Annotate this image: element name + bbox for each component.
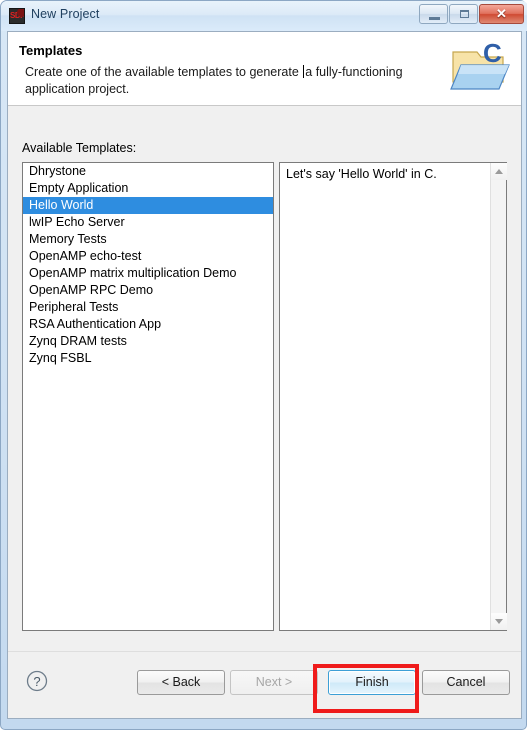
list-item[interactable]: Peripheral Tests bbox=[23, 299, 273, 316]
finish-button[interactable]: Finish bbox=[328, 670, 416, 695]
svg-text:C: C bbox=[483, 38, 502, 68]
help-icon[interactable]: ? bbox=[26, 670, 48, 692]
list-item[interactable]: Hello World bbox=[23, 197, 273, 214]
list-item[interactable]: OpenAMP matrix multiplication Demo bbox=[23, 265, 273, 282]
dialog-client-area: Templates Create one of the available te… bbox=[7, 31, 522, 719]
sdk-gear-shape bbox=[17, 9, 24, 17]
page-title: Templates bbox=[19, 43, 83, 58]
wizard-body: Available Templates: Dhrystone Empty Appl… bbox=[8, 106, 521, 718]
available-templates-label: Available Templates: bbox=[22, 141, 137, 155]
maximize-button[interactable] bbox=[449, 4, 478, 24]
scroll-down-button[interactable] bbox=[491, 613, 507, 630]
wizard-banner: Templates Create one of the available te… bbox=[8, 32, 521, 106]
templates-list[interactable]: Dhrystone Empty Application Hello World lwI… bbox=[22, 162, 274, 631]
scroll-down-icon bbox=[495, 619, 503, 624]
title-bar[interactable]: SDK New Project ✕ bbox=[1, 1, 527, 31]
template-description-panel: Let's say 'Hello World' in C. bbox=[279, 162, 507, 631]
list-item[interactable]: Zynq FSBL bbox=[23, 350, 273, 367]
scroll-up-button[interactable] bbox=[491, 163, 507, 180]
sdk-icon: SDK bbox=[9, 8, 25, 24]
description-scrollbar[interactable] bbox=[490, 163, 507, 630]
list-item[interactable]: OpenAMP RPC Demo bbox=[23, 282, 273, 299]
maximize-icon bbox=[460, 10, 469, 18]
list-item[interactable]: lwIP Echo Server bbox=[23, 214, 273, 231]
list-item[interactable]: Zynq DRAM tests bbox=[23, 333, 273, 350]
back-button[interactable]: < Back bbox=[137, 670, 225, 695]
dialog-button-bar: ? < Back Next > Finish Cancel bbox=[8, 651, 521, 718]
next-button: Next > bbox=[230, 670, 318, 695]
template-description-text: Let's say 'Hello World' in C. bbox=[286, 167, 437, 181]
close-button[interactable]: ✕ bbox=[479, 4, 524, 24]
cancel-button[interactable]: Cancel bbox=[422, 670, 510, 695]
list-item[interactable]: Empty Application bbox=[23, 180, 273, 197]
list-item[interactable]: OpenAMP echo-test bbox=[23, 248, 273, 265]
folder-c-icon: C bbox=[450, 38, 510, 90]
list-item[interactable]: Memory Tests bbox=[23, 231, 273, 248]
minimize-icon bbox=[429, 17, 440, 20]
list-item[interactable]: RSA Authentication App bbox=[23, 316, 273, 333]
window-title: New Project bbox=[31, 7, 100, 21]
scroll-up-icon bbox=[495, 169, 503, 174]
page-description-part1: Create one of the available templates to… bbox=[25, 65, 303, 79]
window-controls: ✕ bbox=[418, 4, 524, 25]
svg-text:?: ? bbox=[33, 674, 40, 689]
list-item[interactable]: Dhrystone bbox=[23, 163, 273, 180]
page-description: Create one of the available templates to… bbox=[25, 64, 435, 98]
close-icon: ✕ bbox=[496, 6, 507, 21]
new-project-dialog: SDK New Project ✕ Templates Create one o… bbox=[0, 0, 527, 730]
minimize-button[interactable] bbox=[419, 4, 448, 24]
